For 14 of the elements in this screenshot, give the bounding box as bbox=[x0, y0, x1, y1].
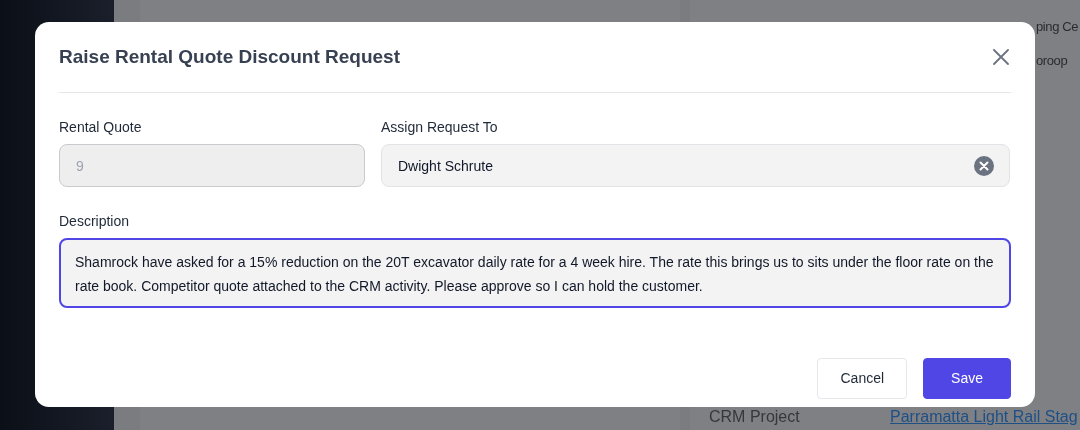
select-field[interactable]: Dwight Schrute bbox=[381, 144, 1010, 187]
field-label: Assign Request To bbox=[381, 118, 498, 137]
save-button[interactable]: Save bbox=[923, 358, 1011, 399]
background-text: oroop bbox=[1036, 52, 1068, 70]
cancel-button[interactable]: Cancel bbox=[817, 358, 908, 399]
clear-icon[interactable] bbox=[974, 156, 994, 176]
background-text: ping Ce bbox=[1036, 18, 1078, 36]
dialog-title: Raise Rental Quote Discount Request bbox=[59, 45, 400, 69]
background-label: CRM Project bbox=[709, 409, 800, 425]
field-label: Rental Quote bbox=[59, 118, 142, 137]
description-field[interactable]: Shamrock have asked for a 15% reduction on the 20T excavator daily rate for a 4 week hire. The rate this brings us to sits under the floor rate on the rate book. Competitor quote attached to the CRM activity. Please approve so I can hold the customer. bbox=[59, 238, 1011, 308]
close-icon bbox=[993, 49, 1009, 65]
close-button[interactable] bbox=[991, 47, 1011, 67]
field-label: Description bbox=[59, 212, 130, 231]
